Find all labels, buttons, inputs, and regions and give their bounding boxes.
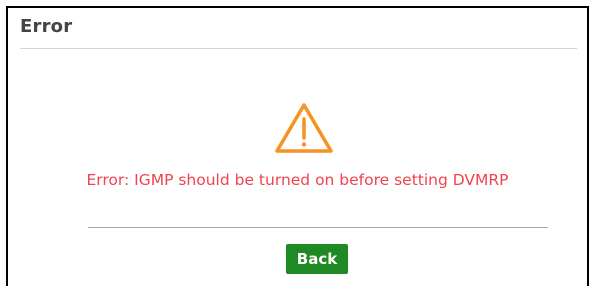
- bottom-divider: [88, 227, 548, 228]
- dialog-title: Error: [20, 16, 73, 37]
- error-dialog: Error Error: IGMP should be turned on be…: [6, 6, 589, 286]
- back-button[interactable]: Back: [286, 244, 348, 274]
- warning-icon: [275, 103, 333, 153]
- error-message: Error: IGMP should be turned on before s…: [86, 171, 509, 189]
- title-divider: [20, 48, 577, 49]
